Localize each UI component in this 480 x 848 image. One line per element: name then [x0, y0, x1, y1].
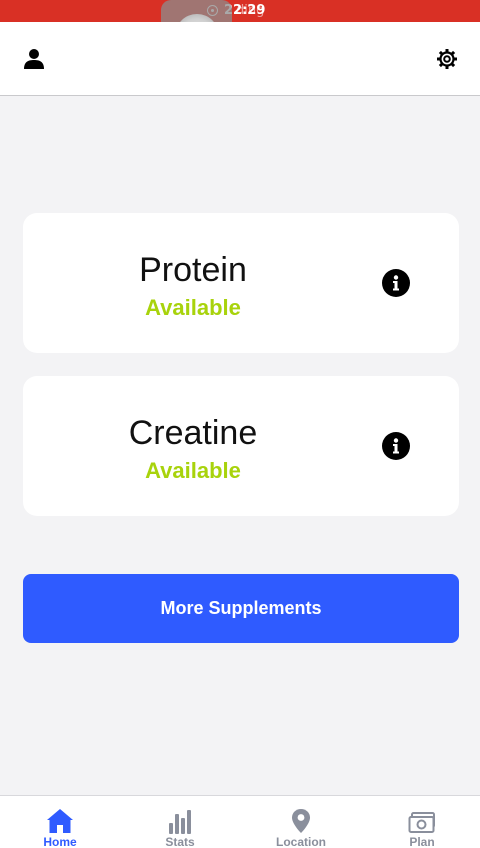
app-header — [0, 22, 480, 96]
nav-label: Location — [276, 835, 326, 848]
supplement-status: Available — [145, 458, 241, 483]
map-pin-icon — [292, 809, 310, 833]
info-button[interactable] — [382, 432, 410, 460]
supplement-card-protein[interactable]: Protein Available — [23, 213, 459, 353]
more-supplements-button[interactable]: More Supplements — [23, 574, 459, 643]
supplement-status: Available — [145, 295, 241, 320]
nav-item-plan[interactable]: Plan — [362, 796, 480, 848]
nav-item-home[interactable]: Home — [0, 796, 120, 848]
nav-label: Plan — [409, 835, 435, 848]
nav-label: Home — [43, 835, 77, 848]
supplement-name: Creatine — [128, 414, 258, 452]
status-bar: ding 22:29 — [0, 0, 480, 22]
nav-item-location[interactable]: Location — [241, 796, 361, 848]
bottom-nav: Home Stats Location Plan — [0, 795, 480, 848]
nav-label: Stats — [165, 835, 195, 848]
money-icon — [408, 812, 435, 833]
supplement-name: Protein — [139, 251, 247, 289]
info-icon — [393, 275, 399, 291]
settings-button[interactable] — [433, 45, 461, 73]
profile-button[interactable] — [20, 45, 48, 73]
bar-chart-icon — [169, 810, 191, 834]
supplement-card-creatine[interactable]: Creatine Available — [23, 376, 459, 516]
info-icon — [393, 438, 399, 454]
person-icon — [24, 49, 44, 69]
nav-item-stats[interactable]: Stats — [120, 796, 240, 848]
info-button[interactable] — [382, 269, 410, 297]
home-icon — [47, 809, 73, 833]
gear-icon — [437, 49, 457, 69]
